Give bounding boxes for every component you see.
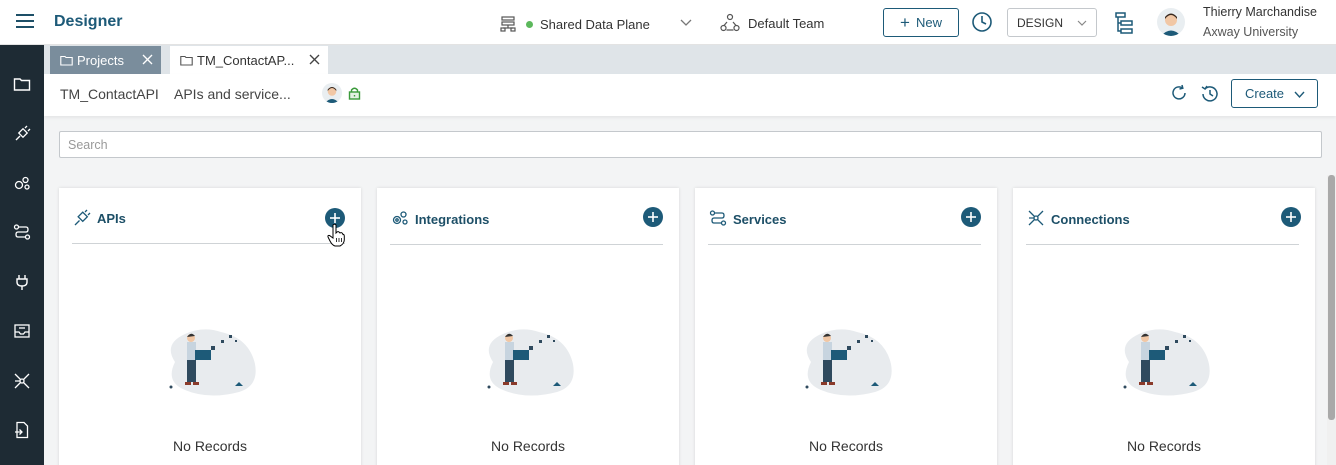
services-icon[interactable] [10,220,34,244]
team-icon [720,13,740,32]
integrations-gears-icon [392,211,408,225]
power-plug-icon[interactable] [10,270,34,294]
new-button-label: New [915,15,942,30]
close-icon[interactable] [142,54,153,65]
add-service-button[interactable] [961,207,981,227]
services-icon [709,210,727,226]
refresh-icon[interactable] [1170,84,1188,102]
project-header: TM_ContactAPI APIs and service... Create [44,74,1336,116]
chevron-down-icon [1077,20,1087,26]
connections-icon [1028,210,1044,226]
team-label: Default Team [748,15,825,31]
card-title: Integrations [415,212,490,227]
services-card: Services No Records [695,188,997,465]
create-button-label: Create [1245,86,1285,101]
create-button[interactable]: Create [1231,79,1318,108]
project-name: TM_ContactAPI [60,86,159,102]
side-navigation [0,45,44,465]
data-plane-label: Shared Data Plane [540,16,650,32]
new-button[interactable]: + New [883,8,959,37]
user-avatar-icon [1157,8,1185,36]
connections-icon[interactable] [10,369,34,393]
card-title: Services [733,212,787,227]
team-selector[interactable]: Default Team [720,13,824,33]
tab-label: TM_ContactAP... [197,52,295,68]
top-bar: Designer Shared Data Plane Default Team … [0,0,1336,45]
empty-state-illustration [169,329,256,396]
search-input[interactable] [59,131,1322,158]
card-divider [708,244,981,245]
tree-view-icon[interactable] [1114,11,1134,35]
folder-icon [180,55,193,66]
api-plug-icon [74,209,91,226]
close-icon[interactable] [309,54,320,65]
chevron-down-icon [1294,91,1305,99]
empty-state-text: No Records [173,438,247,454]
folder-icon[interactable] [10,72,34,96]
plus-icon [648,212,658,222]
add-integration-button[interactable] [643,207,663,227]
card-divider [72,243,345,244]
avatar[interactable] [1157,8,1185,36]
tab-project-detail[interactable]: TM_ContactAP... [170,46,328,74]
folder-icon [60,55,73,66]
card-divider [1026,244,1299,245]
card-title: Connections [1051,212,1130,227]
card-divider [390,244,663,245]
app-brand: Designer [54,13,123,30]
empty-state-text: No Records [491,438,565,454]
lock-icon [348,87,361,100]
plus-icon [966,212,976,222]
plus-icon: + [900,13,910,32]
connections-card: Connections No Records [1013,188,1315,465]
add-api-button[interactable] [325,208,345,228]
tab-projects[interactable]: Projects [50,46,161,74]
plus-icon [330,213,340,223]
user-organization: Axway University [1203,25,1299,39]
avatar [322,83,342,103]
empty-state-text: No Records [809,438,883,454]
page-scrollbar[interactable] [1327,175,1336,465]
chevron-down-icon [680,19,692,26]
export-file-icon[interactable] [10,418,34,442]
apis-card: APIs No Records [59,188,361,465]
tab-label: Projects [77,52,124,68]
empty-state-illustration [487,329,574,396]
user-name: Thierry Marchandise [1203,5,1317,19]
owner-avatar-icon [322,83,342,103]
status-dot [526,20,533,28]
history-icon[interactable] [1200,84,1220,104]
project-description: APIs and service... [174,86,291,102]
integrations-gears-icon[interactable] [10,171,34,195]
mode-select[interactable]: DESIGN [1007,8,1097,37]
empty-state-text: No Records [1127,438,1201,454]
card-title: APIs [97,211,126,226]
api-plug-icon[interactable] [10,122,34,146]
integrations-card: Integrations No Records [377,188,679,465]
plus-icon [1286,212,1296,222]
data-plane-selector[interactable]: Shared Data Plane [500,14,692,34]
scrollbar-thumb[interactable] [1328,175,1335,420]
tab-strip: Projects TM_ContactAP... [44,45,1336,74]
mode-select-value: DESIGN [1017,15,1064,30]
empty-state-illustration [1123,329,1210,396]
data-plane-icon [500,16,516,32]
hamburger-menu-icon[interactable] [16,14,34,30]
inbox-icon[interactable] [10,319,34,343]
add-connection-button[interactable] [1281,207,1301,227]
clock-icon[interactable] [971,11,993,33]
empty-state-illustration [805,329,892,396]
